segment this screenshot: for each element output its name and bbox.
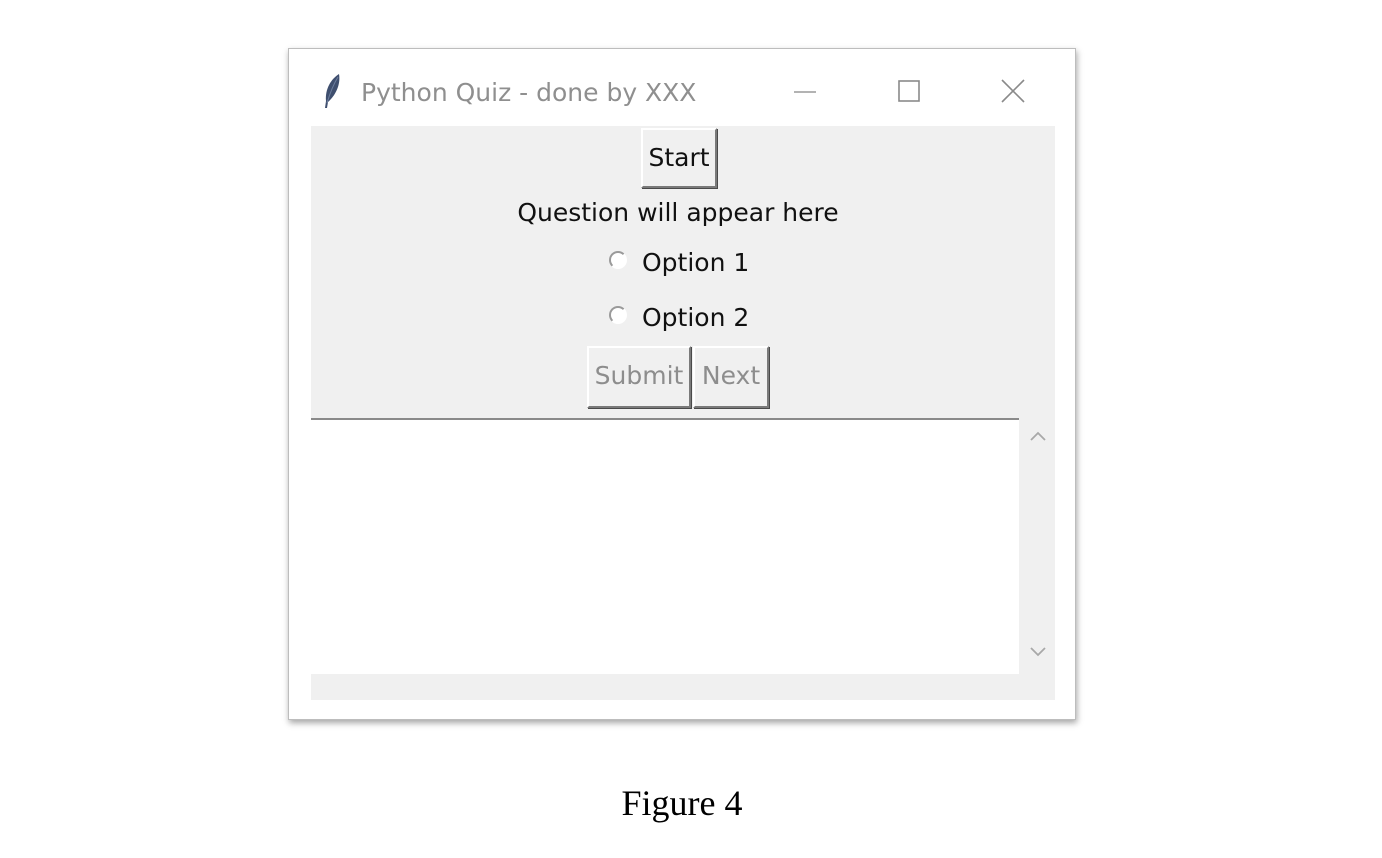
window-content: Start Question will appear here Option 1… bbox=[311, 126, 1055, 700]
next-button[interactable]: Next bbox=[693, 346, 769, 408]
document-figure: Python Quiz - done by XXX Start Question… bbox=[0, 0, 1382, 858]
close-button[interactable] bbox=[995, 73, 1031, 109]
close-icon bbox=[1001, 79, 1025, 103]
maximize-button[interactable] bbox=[891, 73, 927, 109]
option-1-label: Option 1 bbox=[642, 248, 750, 277]
option-2-radio[interactable]: Option 2 bbox=[609, 301, 749, 335]
minimize-button[interactable] bbox=[787, 73, 823, 109]
option-2-label: Option 2 bbox=[642, 303, 750, 332]
question-label: Question will appear here bbox=[517, 198, 839, 227]
maximize-icon bbox=[898, 80, 920, 102]
option-1-radio[interactable]: Option 1 bbox=[609, 246, 749, 280]
vertical-scrollbar[interactable] bbox=[1022, 418, 1055, 674]
chevron-up-icon[interactable] bbox=[1028, 426, 1048, 446]
radio-button-icon[interactable] bbox=[609, 306, 627, 324]
app-window: Python Quiz - done by XXX Start Question… bbox=[288, 48, 1076, 720]
figure-caption: Figure 4 bbox=[621, 783, 743, 823]
window-title: Python Quiz - done by XXX bbox=[361, 78, 697, 107]
chevron-down-icon[interactable] bbox=[1028, 642, 1048, 662]
minimize-icon bbox=[794, 91, 816, 93]
submit-button[interactable]: Submit bbox=[587, 346, 691, 408]
start-button[interactable]: Start bbox=[641, 128, 717, 188]
title-bar[interactable]: Python Quiz - done by XXX bbox=[289, 49, 1075, 127]
output-text-area[interactable] bbox=[311, 418, 1019, 674]
feather-icon bbox=[321, 73, 343, 109]
radio-button-icon[interactable] bbox=[609, 251, 627, 269]
